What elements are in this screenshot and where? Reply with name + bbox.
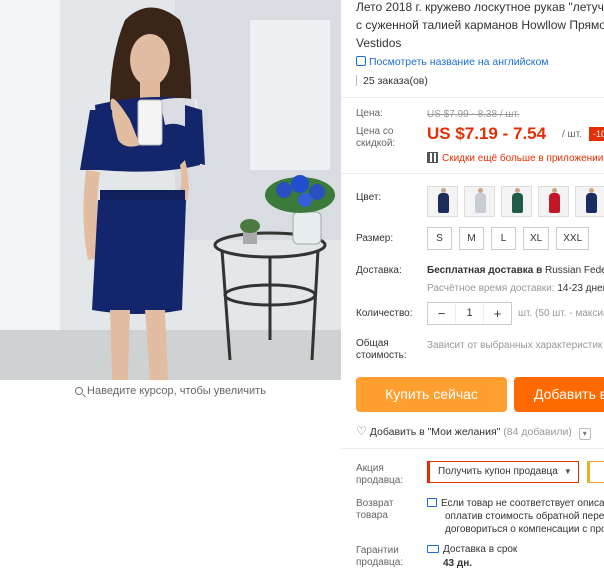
discount-price-label: Цена со скидкой: <box>356 126 396 149</box>
wishlist-text: Добавить в "Мои желания" <box>369 426 501 438</box>
delivery-time-label: Расчётное время доставки: <box>427 283 555 294</box>
color-swatch[interactable] <box>575 186 604 217</box>
zoom-hint-text: Наведите курсор, чтобы увеличить <box>87 385 266 397</box>
quantity-note: шт. (50 шт. - максимум) <box>518 308 604 319</box>
shipping-info: Бесплатная доставка в Russian Federation <box>427 265 604 276</box>
quantity-input[interactable]: 1 <box>455 303 484 324</box>
chevron-down-icon[interactable]: ▾ <box>578 428 591 440</box>
product-detail-panel: Лето 2018 г. кружево лоскутное рукав "ле… <box>341 0 604 569</box>
quantity-decrease-button[interactable]: − <box>428 303 455 324</box>
add-to-wishlist[interactable]: ♡ Добавить в "Мои желания" (84 добавили) … <box>356 424 591 440</box>
total-label: Общая стоимость: <box>356 338 407 361</box>
returns-label: Возврат товара <box>356 498 394 521</box>
buy-now-button[interactable]: Купить сейчас <box>356 377 507 412</box>
color-swatch[interactable] <box>427 186 458 217</box>
title-line: Лето 2018 г. кружево лоскутное рукав "ле… <box>356 0 604 14</box>
shipping-destination[interactable]: Russian Federation <box>545 265 604 276</box>
translate-title-link[interactable]: Посмотреть название на английском <box>356 56 549 68</box>
chevron-down-icon: ▼ <box>563 467 572 476</box>
price-block: Цена: US $7.99 - 8.38 / шт. Цена со скид… <box>341 97 604 174</box>
title-line: Vestidos <box>356 36 402 50</box>
size-option-xl[interactable]: XL <box>523 227 550 250</box>
returns-info: Если товар не соответствует описанию, оп… <box>427 497 604 536</box>
color-swatch[interactable] <box>538 186 569 217</box>
color-swatch[interactable] <box>464 186 495 217</box>
qr-code-icon <box>427 152 438 163</box>
orders-text: 25 заказа(ов) <box>363 75 428 87</box>
product-photo[interactable] <box>0 0 341 380</box>
seller-promo-label: Акция продавца: <box>356 463 404 486</box>
zoom-hint: Наведите курсор, чтобы увеличить <box>0 385 341 397</box>
per-unit: / шт. <box>562 129 582 140</box>
guarantee-line: Доставка в срок <box>443 544 518 555</box>
size-label: Размер: <box>356 233 394 244</box>
product-title: Лето 2018 г. кружево лоскутное рукав "ле… <box>356 0 604 52</box>
discount-price: US $7.19 - 7.54 <box>427 124 547 143</box>
wishlist-count: (84 добавили) <box>503 426 572 438</box>
returns-line: Если товар не соответствует описанию, <box>441 498 604 509</box>
size-option-s[interactable]: S <box>427 227 452 250</box>
color-swatches <box>427 186 604 217</box>
delivery-time-value: 14-23 дней <box>557 283 604 294</box>
color-label: Цвет: <box>356 192 382 203</box>
quantity-increase-button[interactable]: + <box>484 303 511 324</box>
product-image <box>0 0 341 380</box>
shipping-free-text: Бесплатная доставка в <box>427 265 543 276</box>
size-options: S M L XL XXL <box>427 227 590 250</box>
guarantee-label: Гарантии продавца: <box>356 545 404 568</box>
guarantee-days: 43 дн. <box>443 558 473 569</box>
translate-link-text: Посмотреть название на английском <box>369 56 549 68</box>
title-line: с суженной талией карманов Howllow Прямо… <box>356 18 604 32</box>
divider-bar <box>356 75 357 86</box>
returns-line: оплатив стоимость обратной пересылки, <box>445 511 604 522</box>
return-icon <box>427 498 437 507</box>
price-label: Цена: <box>356 108 383 119</box>
second-coupon[interactable] <box>587 461 604 483</box>
total-note: Зависит от выбранных характеристик <box>427 340 603 351</box>
app-promo-text: Скидки ещё больше в приложении <box>442 153 604 164</box>
add-to-cart-button[interactable]: Добавить в корзину <box>514 377 604 412</box>
translate-icon <box>356 56 366 66</box>
delivery-time: Расчётное время доставки: 14-23 дней <box>427 283 604 294</box>
size-option-l[interactable]: L <box>491 227 516 250</box>
shipping-label: Доставка: <box>356 265 402 276</box>
size-option-xxl[interactable]: XXL <box>556 227 590 250</box>
color-swatch[interactable] <box>501 186 532 217</box>
discount-badge: -10% <box>589 127 604 141</box>
heart-icon: ♡ <box>356 424 367 438</box>
size-option-m[interactable]: M <box>459 227 484 250</box>
orders-count: 25 заказа(ов) <box>356 75 428 87</box>
quantity-stepper: − 1 + <box>427 302 512 325</box>
get-seller-coupon-button[interactable]: Получить купон продавца ▼ <box>427 461 579 483</box>
truck-icon <box>427 545 439 553</box>
old-price: US $7.99 - 8.38 / шт. <box>427 109 520 120</box>
app-promo-link[interactable]: Скидки ещё больше в приложении <box>427 152 603 164</box>
magnifier-icon <box>75 387 84 395</box>
coupon-text: Получить купон продавца <box>438 466 558 477</box>
divider <box>341 448 604 449</box>
returns-line: договориться о компенсации с продавцом <box>445 524 604 535</box>
guarantee-info: Доставка в срок 43 дн. <box>427 543 517 569</box>
quantity-label: Количество: <box>356 308 413 319</box>
